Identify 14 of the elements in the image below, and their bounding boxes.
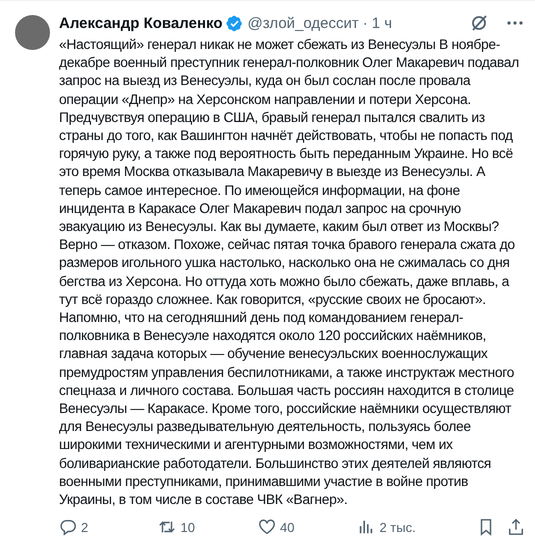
author-name[interactable]: Александр Коваленко <box>59 14 222 32</box>
slashed-circle-icon[interactable] <box>469 13 489 33</box>
share-icon[interactable] <box>507 518 526 536</box>
action-count: 2 <box>81 520 88 535</box>
post-text: «Настоящий» генерал никак не может сбежать из Венесуэлы В ноябре-декабре военный преступник генерал-полковник Олег Макаревич подавал запрос на выезд из Венесуэлы, куда он был сослан после провала операции «Днепр» на Херсонском направлении и потери Херсона. Предчувствуя операцию в США, бравый генерал пытался свалить из страны до того, как Вашингтон начнёт действовать, чтобы не попасть под горячую руку, а также под вероятность быть переданным Украине. Но всё это время Москва отказывала Макаревичу в выезде из Венесуэлы. А теперь самое интересное. По имеющейся информации, на фоне инцидента в Каракасе Олег Макаревич подал запрос на срочную эвакуацию из Венесуэлы. Как вы думаете, каким был ответ из Москвы? Верно — отказом. Похоже, сейчас пятая точка бравого генерала сжата до размеров игольного ушка настолько, насколько она не сжималась со дня бегства из Херсона. Но оттуда хоть можно было сбежать, даже вплавь, а тут всё гораздо сложнее. Как говорится, «русские своих не бросают». Напомню, что на сегодняшний день под командованием генерал-полковника в Венесуэле находятся около 120 российских наёмников, главная задача которых — обучение венесуэльских военнослужащих премудростям управления беспилотниками, а также инструктаж местного спецназа и личного состава. Большая часть россиян находится в столице Венесуэлы — Каракасе. Кроме того, российские наёмники осуществляют для Венесуэлы разведывательную деятельность, пользуясь более широкими техническими и агентурными возможностями, чем их боливарианские работодатели. Большинство этих деятелей являются военными преступниками, принимавшими участие в войне против Украины, в том числе в составе ЧВК «Вагнер». <box>59 35 520 508</box>
heart-icon[interactable] <box>258 518 276 536</box>
action-count: 40 <box>280 520 294 535</box>
action-count: 2 тыс. <box>379 520 416 535</box>
action-count: 10 <box>180 520 195 535</box>
author-handle[interactable]: @злой_одессит <box>247 14 359 32</box>
separator-dot: · <box>362 14 368 32</box>
avatar[interactable] <box>15 15 50 50</box>
reply-icon[interactable] <box>59 518 77 536</box>
post-time[interactable]: 1 ч <box>372 14 392 32</box>
